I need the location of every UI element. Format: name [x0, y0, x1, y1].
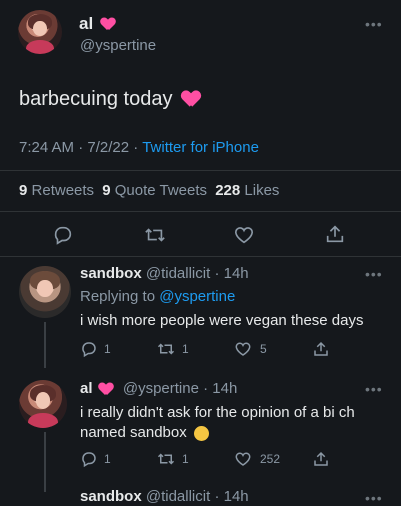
reply-count: 1 — [104, 452, 111, 466]
main-tweet-meta: 7:24 AM · 7/2/22 · Twitter for iPhone — [19, 139, 259, 156]
more-options-icon[interactable]: ••• — [365, 381, 383, 397]
retweet-icon[interactable] — [156, 340, 176, 358]
reply1-header: sandbox @tidallicit · 14h — [80, 265, 249, 282]
engagement-stats: 9 Retweets 9 Quote Tweets 228 Likes — [19, 182, 279, 199]
replying-to-handle-link[interactable]: @yspertine — [159, 288, 235, 305]
reply1-age: 14h — [223, 265, 249, 282]
reply1-replying-to: Replying to @yspertine — [80, 288, 235, 305]
retweets-count[interactable]: 9 — [19, 182, 27, 199]
reply2-text: i really didn't ask for the opinion of a… — [80, 403, 380, 443]
tweet-source-link[interactable]: Twitter for iPhone — [142, 139, 259, 156]
like-count: 5 — [260, 342, 267, 356]
avatar-face — [33, 21, 47, 37]
tweet-time: 7:24 AM — [19, 139, 75, 156]
divider — [0, 211, 401, 212]
like-icon[interactable] — [234, 450, 252, 468]
main-display-name[interactable]: al — [79, 14, 115, 34]
reply-count: 1 — [104, 342, 111, 356]
replying-to-label: Replying to — [80, 288, 156, 305]
likes-label[interactable]: Likes — [244, 182, 279, 199]
avatar-al[interactable] — [18, 10, 62, 54]
reply1-actions: 1 1 5 — [80, 340, 380, 360]
quote-tweets-count[interactable]: 9 — [102, 182, 110, 199]
crying-laughing-emoji-icon — [193, 425, 209, 441]
heart-emoji-icon — [182, 91, 200, 108]
quote-tweets-label[interactable]: Quote Tweets — [115, 182, 207, 199]
reply-icon[interactable] — [52, 224, 74, 246]
separator: · — [203, 380, 209, 397]
likes-count[interactable]: 228 — [215, 182, 240, 199]
main-tweet-text-content: barbecuing today — [19, 88, 173, 110]
like-icon[interactable] — [234, 340, 252, 358]
retweet-icon[interactable] — [156, 450, 176, 468]
heart-emoji-icon — [101, 18, 115, 31]
tweet-date: 7/2/22 — [87, 139, 130, 156]
reply2-actions: 1 1 252 — [80, 450, 380, 470]
reply3-header: sandbox @tidallicit · 14h — [80, 488, 249, 505]
reply3-handle[interactable]: @tidallicit — [146, 488, 210, 505]
reply1-handle[interactable]: @tidallicit — [146, 265, 210, 282]
reply2-handle[interactable]: @yspertine — [123, 380, 199, 397]
more-options-icon[interactable]: ••• — [365, 266, 383, 282]
main-tweet-text: barbecuing today — [19, 88, 198, 111]
share-icon[interactable] — [312, 340, 330, 358]
retweets-label[interactable]: Retweets — [32, 182, 95, 199]
avatar-dress — [25, 39, 55, 54]
avatar-face — [35, 392, 51, 409]
reply2-header: al @yspertine · 14h — [80, 380, 237, 397]
heart-emoji-icon — [99, 383, 113, 396]
separator: · — [78, 139, 84, 156]
separator: · — [214, 488, 220, 505]
reply1-text: i wish more people were vegan these days — [80, 312, 364, 329]
avatar-dress — [27, 412, 59, 428]
main-display-name-text: al — [79, 14, 94, 33]
retweet-count: 1 — [182, 452, 189, 466]
reply2-age: 14h — [212, 380, 238, 397]
share-icon[interactable] — [324, 223, 346, 245]
avatar-sandbox[interactable] — [19, 266, 71, 318]
reply2-text-content: i really didn't ask for the opinion of a… — [80, 404, 355, 441]
separator: · — [214, 265, 220, 282]
reply3-age: 14h — [223, 488, 249, 505]
reply2-display-name[interactable]: al — [80, 380, 93, 397]
retweet-count: 1 — [182, 342, 189, 356]
divider — [0, 170, 401, 171]
reply-icon[interactable] — [80, 340, 98, 358]
divider — [0, 256, 401, 257]
reply3-display-name[interactable]: sandbox — [80, 488, 142, 505]
reply-icon[interactable] — [80, 450, 98, 468]
main-handle[interactable]: @yspertine — [80, 37, 156, 54]
separator: · — [133, 139, 139, 156]
avatar-al[interactable] — [19, 380, 67, 428]
like-icon[interactable] — [233, 224, 255, 246]
more-options-icon[interactable]: ••• — [365, 490, 383, 506]
thread-line — [44, 432, 46, 492]
retweet-icon[interactable] — [143, 224, 167, 246]
thread-line — [44, 322, 46, 368]
reply1-display-name[interactable]: sandbox — [80, 265, 142, 282]
more-options-icon[interactable]: ••• — [365, 16, 383, 32]
avatar-face — [37, 279, 53, 298]
share-icon[interactable] — [312, 450, 330, 468]
like-count: 252 — [260, 452, 281, 466]
